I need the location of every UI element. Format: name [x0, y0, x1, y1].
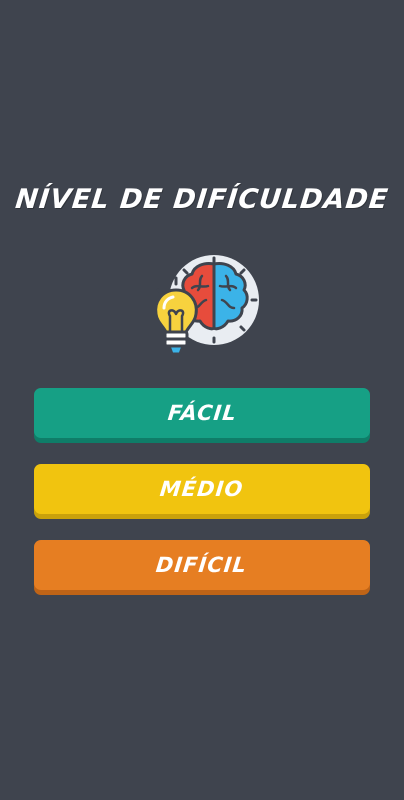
facil-button[interactable]: FÁCIL	[34, 388, 370, 438]
facil-button-label: FÁCIL	[166, 401, 238, 425]
medio-button-label: MÉDIO	[159, 477, 245, 501]
dificil-button[interactable]: DIFÍCIL	[34, 540, 370, 590]
dificil-button-label: DIFÍCIL	[155, 553, 249, 577]
difficulty-screen: NÍVEL DE DIFÍCULDADE FÁCIL MÉDIO DIFÍCIL	[0, 0, 404, 800]
medio-button[interactable]: MÉDIO	[34, 464, 370, 514]
lightbulb-brain-icon	[146, 250, 262, 368]
page-title: NÍVEL DE DIFÍCULDADE	[13, 184, 391, 215]
